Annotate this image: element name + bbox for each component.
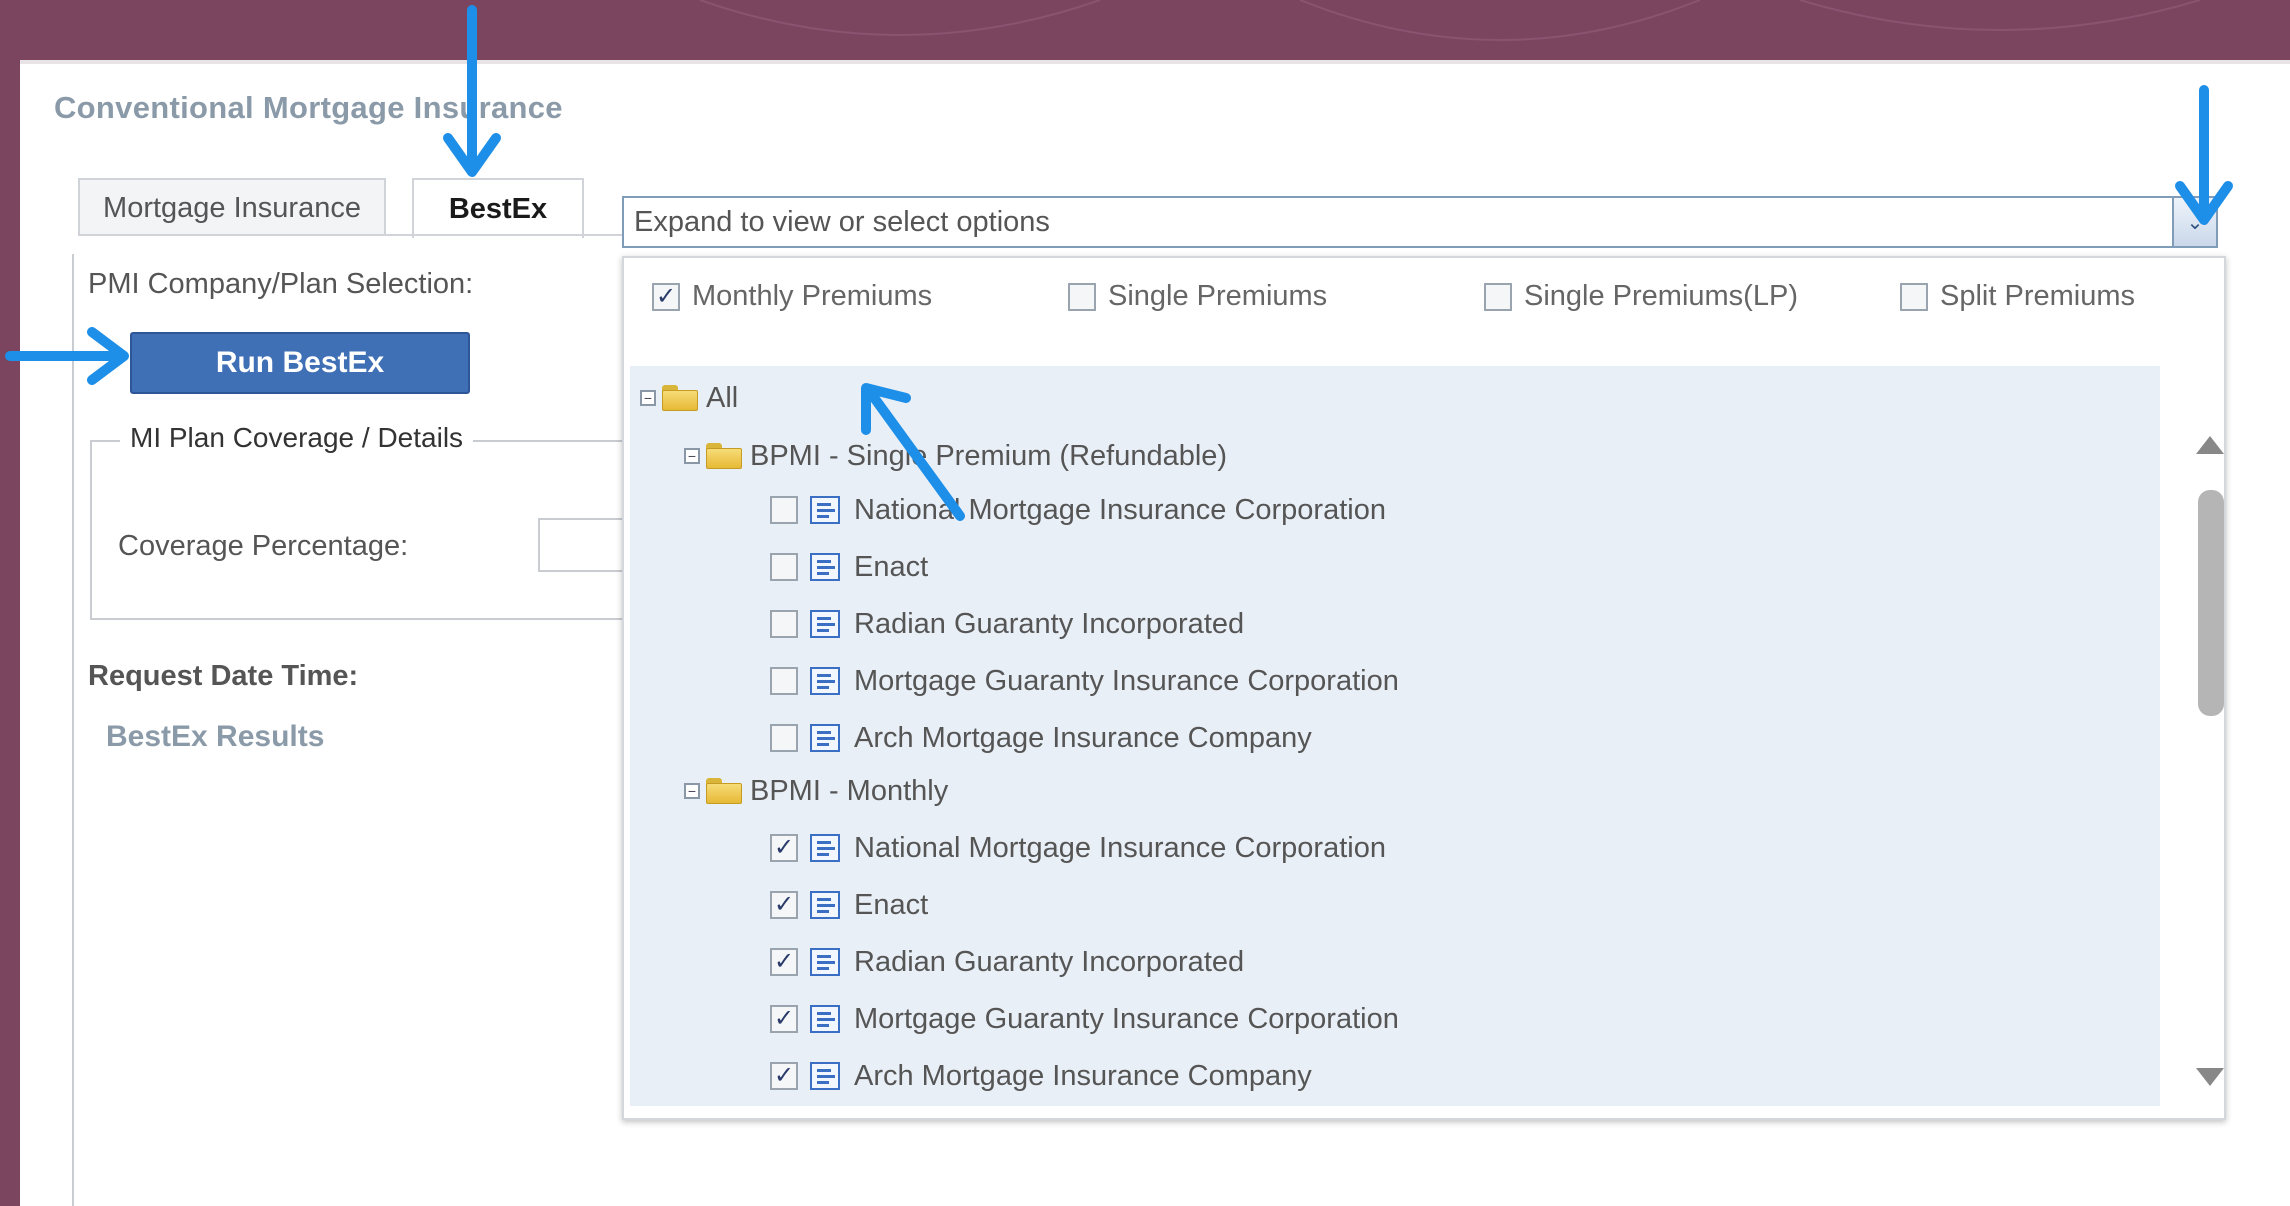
arrow-up-left-icon: [865, 387, 965, 521]
annotation-arrows: [5, 5, 2233, 521]
